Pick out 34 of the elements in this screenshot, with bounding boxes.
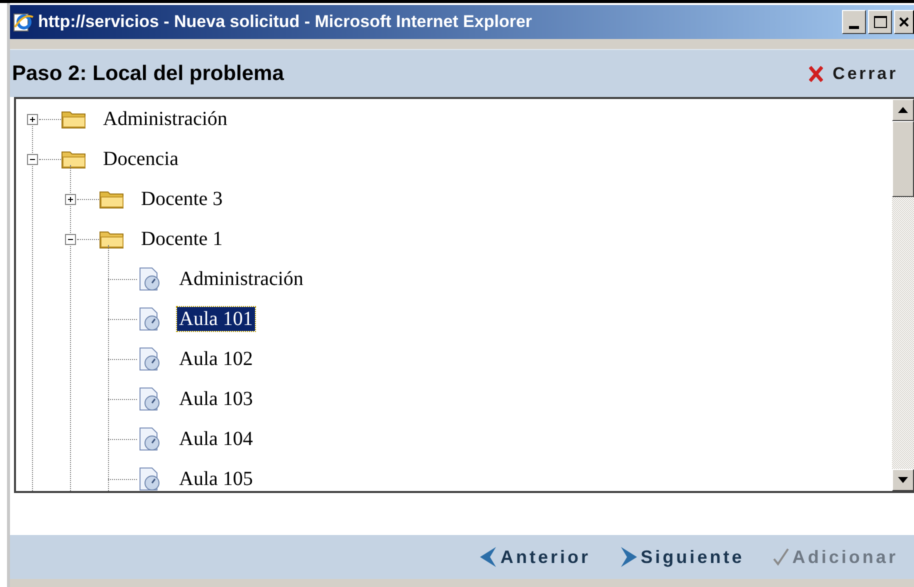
expand-icon[interactable]	[27, 114, 38, 124]
maximize-button[interactable]	[868, 10, 892, 34]
expand-icon[interactable]	[65, 194, 76, 204]
window-title: http://servicios - Nueva solicitud - Microsoft Internet Explorer	[38, 11, 534, 34]
tree-item[interactable]: Aula 104	[177, 427, 255, 451]
tree-item[interactable]: Aula 102	[177, 347, 255, 371]
close-link[interactable]: Cerrar	[808, 60, 898, 86]
arrow-down-icon	[898, 477, 908, 483]
tree-item[interactable]: Aula 101	[177, 307, 255, 331]
scroll-down-button[interactable]	[892, 469, 914, 491]
close-icon	[898, 16, 910, 28]
tree-item[interactable]: Docencia	[101, 147, 181, 171]
tree-item[interactable]: Aula 103	[177, 387, 255, 411]
chevron-right-icon	[618, 546, 639, 568]
scrollbar[interactable]	[892, 99, 914, 491]
check-icon	[772, 547, 790, 567]
step-title: Paso 2: Local del problema	[12, 60, 285, 87]
tree-item[interactable]: Administración	[177, 267, 306, 291]
tree-item[interactable]: Docente 3	[139, 187, 225, 211]
scroll-up-button[interactable]	[892, 99, 914, 121]
tree-item[interactable]: Aula 105	[177, 467, 255, 491]
close-button[interactable]	[894, 10, 914, 34]
tree-item[interactable]: Administración	[101, 107, 230, 131]
nav-button[interactable]: Anterior	[478, 544, 591, 570]
browser-icon	[12, 11, 34, 33]
close-icon	[808, 66, 823, 82]
scroll-thumb[interactable]	[892, 121, 914, 197]
tree-item[interactable]: Docente 1	[139, 227, 225, 251]
collapse-icon[interactable]	[27, 154, 38, 164]
nav-button[interactable]: Siguiente	[618, 544, 744, 570]
arrow-up-icon	[898, 107, 908, 113]
collapse-icon[interactable]	[65, 234, 76, 244]
chevron-left-icon	[478, 546, 498, 568]
minimize-button[interactable]	[842, 10, 866, 34]
